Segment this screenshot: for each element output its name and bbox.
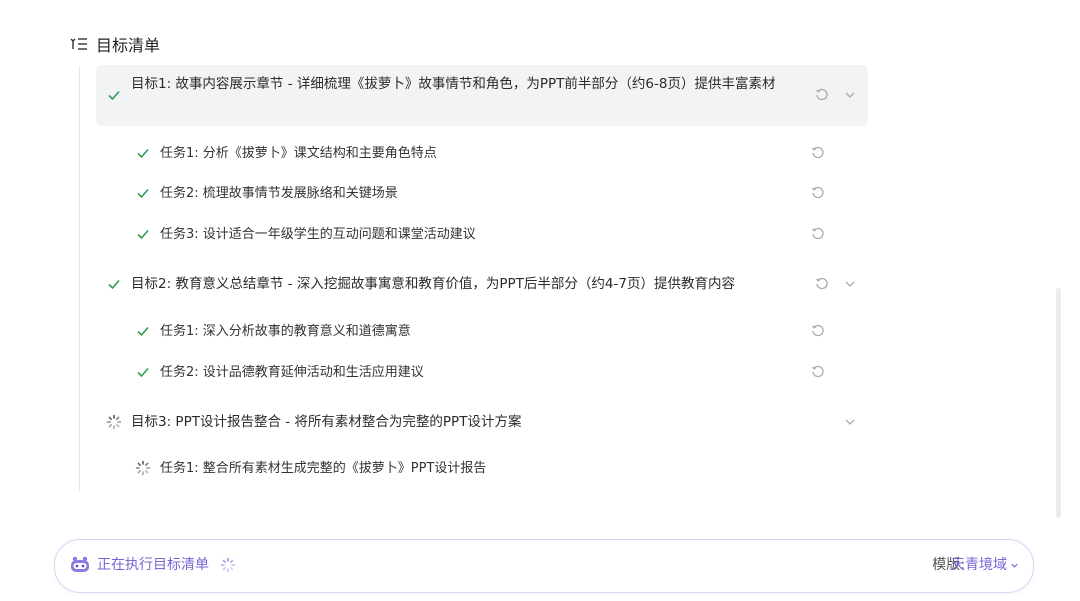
check-icon (135, 185, 151, 201)
check-icon (135, 226, 151, 242)
goal-list-header: 目标清单 (70, 33, 160, 55)
template-value: 天青境域 (951, 557, 1007, 573)
status-bar: 正在执行目标清单 模版: 天青境域 (54, 539, 1034, 593)
task-label: 任务3: 设计适合一年级学生的互动问题和课堂活动建议 (160, 227, 476, 242)
task-label: 任务2: 设计品德教育延伸活动和生活应用建议 (160, 365, 424, 380)
check-icon (135, 364, 151, 380)
tree-line (79, 66, 80, 491)
task-item[interactable]: 任务1: 深入分析故事的教育意义和道德寓意 (96, 311, 868, 351)
task-item[interactable]: 任务1: 分析《拔萝卜》课文结构和主要角色特点 (96, 133, 868, 173)
retry-icon[interactable] (811, 146, 825, 160)
executing-status: 正在执行目标清单 (97, 557, 209, 573)
chevron-down-icon[interactable] (844, 89, 856, 101)
check-icon (135, 323, 151, 339)
task-item[interactable]: 任务2: 梳理故事情节发展脉络和关键场景 (96, 173, 868, 213)
check-icon (106, 276, 122, 292)
task-item[interactable]: 任务3: 设计适合一年级学生的互动问题和课堂活动建议 (96, 214, 868, 254)
retry-icon[interactable] (811, 365, 825, 379)
retry-icon[interactable] (815, 277, 829, 291)
spinner-icon (220, 557, 236, 573)
scrollbar[interactable] (1056, 288, 1061, 518)
spinner-icon (135, 460, 151, 476)
retry-icon[interactable] (811, 227, 825, 241)
goal-item-1[interactable]: 目标1: 故事内容展示章节 - 详细梳理《拔萝卜》故事情节和角色，为PPT前半部… (96, 65, 868, 126)
chevron-down-icon[interactable] (844, 278, 856, 290)
goal-label: 目标1: 故事内容展示章节 - 详细梳理《拔萝卜》故事情节和角色，为PPT前半部… (131, 76, 776, 92)
task-label: 任务1: 整合所有素材生成完整的《拔萝卜》PPT设计报告 (160, 461, 487, 476)
spinner-icon (106, 414, 122, 430)
task-label: 任务2: 梳理故事情节发展脉络和关键场景 (160, 186, 398, 201)
robot-icon (69, 556, 91, 574)
check-icon (106, 87, 122, 103)
template-select[interactable]: 天青境域 (951, 555, 1019, 575)
chevron-down-icon (1010, 561, 1019, 570)
list-icon (70, 37, 88, 51)
check-icon (135, 145, 151, 161)
goal-label: 目标2: 教育意义总结章节 - 深入挖掘故事寓意和教育价值，为PPT后半部分（约… (131, 276, 735, 292)
page-title: 目标清单 (96, 36, 161, 55)
retry-icon[interactable] (811, 186, 825, 200)
goal-item-3[interactable]: 目标3: PPT设计报告整合 - 将所有素材整合为完整的PPT设计方案 (96, 402, 868, 442)
retry-icon[interactable] (811, 324, 825, 338)
goal-label: 目标3: PPT设计报告整合 - 将所有素材整合为完整的PPT设计方案 (131, 414, 522, 430)
task-label: 任务1: 深入分析故事的教育意义和道德寓意 (160, 324, 411, 339)
retry-icon[interactable] (815, 88, 829, 102)
goal-item-2[interactable]: 目标2: 教育意义总结章节 - 深入挖掘故事寓意和教育价值，为PPT后半部分（约… (96, 264, 868, 304)
task-item[interactable]: 任务2: 设计品德教育延伸活动和生活应用建议 (96, 352, 868, 392)
task-label: 任务1: 分析《拔萝卜》课文结构和主要角色特点 (160, 146, 437, 161)
chevron-down-icon[interactable] (844, 416, 856, 428)
task-item[interactable]: 任务1: 整合所有素材生成完整的《拔萝卜》PPT设计报告 (96, 448, 868, 488)
